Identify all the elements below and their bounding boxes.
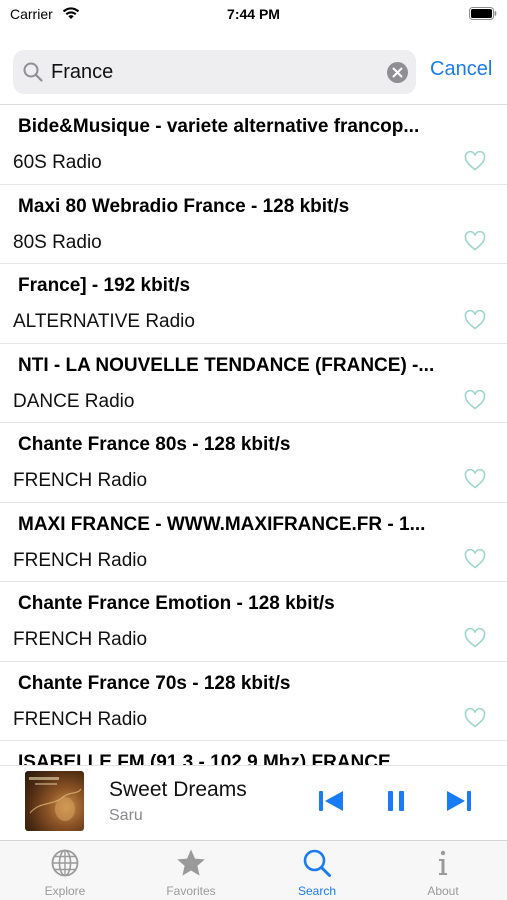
- station-genre: FRENCH Radio: [13, 708, 148, 730]
- battery-icon: [469, 7, 497, 20]
- heart-icon[interactable]: [464, 389, 486, 410]
- station-genre: DANCE Radio: [13, 390, 135, 412]
- track-artist: Saru: [109, 807, 143, 824]
- station-title: NTI - LA NOUVELLE TENDANCE (FRANCE) -...: [18, 354, 435, 376]
- list-item[interactable]: France] - 192 kbit/s ALTERNATIVE Radio: [0, 264, 507, 344]
- list-item[interactable]: MAXI FRANCE - WWW.MAXIFRANCE.FR - 1... F…: [0, 503, 507, 582]
- list-item[interactable]: NTI - LA NOUVELLE TENDANCE (FRANCE) -...…: [0, 344, 507, 423]
- station-title: ISABELLE FM (91.3 - 102.9 Mhz) FRANCE: [18, 752, 391, 765]
- album-art: [25, 771, 84, 831]
- tab-favorites[interactable]: Favorites: [128, 841, 254, 900]
- now-playing-bar[interactable]: Sweet Dreams Saru: [0, 765, 507, 840]
- tab-label: Explore: [44, 884, 86, 898]
- station-title: Maxi 80 Webradio France - 128 kbit/s: [18, 195, 350, 217]
- search-bar: Cancel: [0, 48, 507, 96]
- tab-about[interactable]: About: [380, 841, 506, 900]
- station-title: Chante France 80s - 128 kbit/s: [18, 434, 291, 455]
- station-title: Bide&Musique - variete alternative franc…: [18, 116, 420, 137]
- track-title: Sweet Dreams: [109, 778, 247, 801]
- cancel-button[interactable]: Cancel: [430, 58, 492, 81]
- star-icon: [177, 849, 205, 876]
- status-time: 7:44 PM: [227, 6, 280, 22]
- search-icon: [23, 62, 43, 82]
- globe-icon: [51, 849, 79, 877]
- station-genre: 60S Radio: [13, 152, 102, 173]
- station-genre: FRENCH Radio: [13, 629, 148, 650]
- list-item[interactable]: Maxi 80 Webradio France - 128 kbit/s 80S…: [0, 185, 507, 264]
- tab-search[interactable]: Search: [254, 841, 380, 900]
- station-list[interactable]: Bide&Musique - variete alternative franc…: [0, 105, 507, 765]
- station-genre: ALTERNATIVE Radio: [13, 311, 195, 332]
- station-genre: 80S Radio: [13, 231, 102, 253]
- list-item[interactable]: Chante France Emotion - 128 kbit/s FRENC…: [0, 582, 507, 662]
- station-title: MAXI FRANCE - WWW.MAXIFRANCE.FR - 1...: [18, 513, 426, 535]
- clear-search-icon[interactable]: [387, 62, 408, 83]
- list-item[interactable]: Chante France 80s - 128 kbit/s FRENCH Ra…: [0, 423, 507, 503]
- next-track-button[interactable]: [444, 787, 474, 815]
- tab-label: Favorites: [166, 884, 216, 898]
- search-input[interactable]: [51, 50, 381, 94]
- previous-track-button[interactable]: [316, 787, 346, 815]
- tab-label: Search: [297, 884, 337, 898]
- station-genre: FRENCH Radio: [13, 549, 148, 571]
- pause-button[interactable]: [381, 787, 411, 815]
- tab-explore[interactable]: Explore: [2, 841, 128, 900]
- station-title: France] - 192 kbit/s: [18, 275, 191, 296]
- heart-icon[interactable]: [464, 548, 486, 569]
- heart-icon[interactable]: [464, 707, 486, 728]
- heart-icon[interactable]: [464, 469, 486, 489]
- tab-bar: Explore Favorites Search About: [0, 840, 507, 900]
- tab-label: About: [427, 884, 459, 898]
- heart-icon[interactable]: [464, 230, 486, 251]
- heart-icon[interactable]: [464, 151, 486, 171]
- search-field[interactable]: [13, 50, 416, 94]
- list-item[interactable]: Chante France 70s - 128 kbit/s FRENCH Ra…: [0, 662, 507, 741]
- station-title: Chante France 70s - 128 kbit/s: [18, 672, 291, 694]
- status-bar: Carrier 7:44 PM: [0, 0, 507, 30]
- list-item[interactable]: Bide&Musique - variete alternative franc…: [0, 105, 507, 185]
- station-title: Chante France Emotion - 128 kbit/s: [18, 593, 335, 614]
- info-icon: [439, 850, 447, 875]
- list-item[interactable]: ISABELLE FM (91.3 - 102.9 Mhz) FRANCE: [0, 741, 507, 765]
- album-art-image: [29, 777, 82, 821]
- heart-icon[interactable]: [464, 628, 486, 648]
- search-icon: [303, 849, 331, 877]
- station-genre: FRENCH Radio: [13, 470, 148, 491]
- heart-icon[interactable]: [464, 310, 486, 330]
